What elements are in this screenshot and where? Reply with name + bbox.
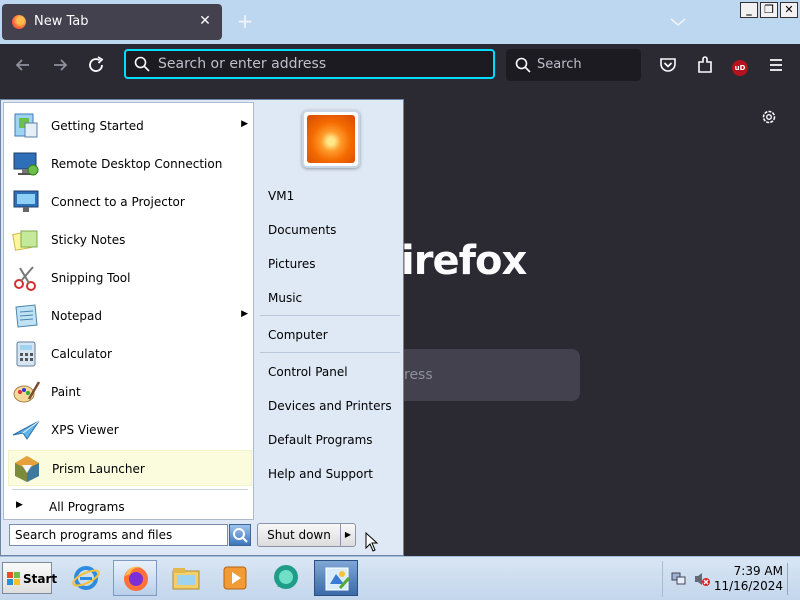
menu-separator <box>12 489 248 490</box>
restore-button[interactable]: ❐ <box>760 2 778 18</box>
taskbar-active-app[interactable] <box>314 560 358 596</box>
taskbar-internet-explorer[interactable] <box>64 560 108 596</box>
taskbar-chat-app[interactable] <box>264 560 308 596</box>
menu-separator <box>260 315 400 316</box>
program-connect-projector[interactable]: Connect to a Projector <box>8 184 252 220</box>
snipping-tool-icon <box>14 266 36 291</box>
navigation-toolbar: Search or enter address Search uD <box>0 44 800 86</box>
start-button[interactable]: Start <box>2 562 57 594</box>
link-pictures[interactable]: Pictures <box>268 257 316 271</box>
media-player-icon <box>223 566 247 590</box>
search-bar[interactable]: Search <box>506 49 641 81</box>
chat-app-icon <box>274 565 298 589</box>
back-icon[interactable] <box>12 54 34 76</box>
search-programs-input[interactable]: Search programs and files <box>9 524 228 546</box>
program-notepad[interactable]: Notepad ▶ <box>8 298 252 334</box>
link-documents[interactable]: Documents <box>268 223 336 237</box>
program-remote-desktop[interactable]: Remote Desktop Connection <box>8 146 252 182</box>
link-music[interactable]: Music <box>268 291 302 305</box>
taskbar-file-explorer[interactable] <box>164 560 208 596</box>
extensions-icon[interactable] <box>694 54 716 76</box>
shut-down-options-button[interactable]: ▶ <box>340 523 356 547</box>
program-snipping-tool[interactable]: Snipping Tool <box>8 260 252 296</box>
search-icon <box>134 56 150 72</box>
active-app-icon <box>325 567 351 591</box>
search-bar-placeholder: Search <box>537 57 582 72</box>
web-search-placeholder: ress <box>404 367 433 383</box>
program-prism-launcher[interactable]: Prism Launcher <box>8 450 252 486</box>
program-sticky-notes[interactable]: Sticky Notes <box>8 222 252 258</box>
close-window-button[interactable]: ✕ <box>780 2 798 18</box>
programs-pane: Getting Started ▶ Remote Desktop Connect… <box>3 102 254 520</box>
clock-date: 11/16/2024 <box>713 579 783 593</box>
menu-separator <box>260 352 400 353</box>
reload-icon[interactable] <box>85 54 107 76</box>
paint-icon <box>13 381 41 403</box>
xps-viewer-icon <box>12 420 40 440</box>
link-control-panel[interactable]: Control Panel <box>268 365 348 379</box>
places-pane: VM1 Documents Pictures Music Computer Co… <box>256 102 402 520</box>
gear-icon[interactable] <box>760 108 778 126</box>
link-help-support[interactable]: Help and Support <box>268 467 373 481</box>
link-computer[interactable]: Computer <box>268 328 328 342</box>
arrow-right-icon: ▶ <box>16 500 23 510</box>
firefox-icon <box>124 566 148 591</box>
search-icon <box>515 57 531 73</box>
close-tab-icon[interactable]: ✕ <box>196 12 214 30</box>
forward-icon[interactable] <box>49 54 71 76</box>
submenu-arrow-icon: ▶ <box>241 309 248 319</box>
search-button[interactable] <box>229 524 251 546</box>
chevron-down-icon[interactable] <box>668 14 688 30</box>
link-user-folder[interactable]: VM1 <box>268 189 294 203</box>
program-paint[interactable]: Paint <box>8 374 252 410</box>
shut-down-button[interactable]: Shut down <box>257 523 341 547</box>
new-tab-button[interactable]: + <box>234 10 256 32</box>
minimize-button[interactable]: _ <box>740 2 758 18</box>
user-picture-avatar[interactable] <box>302 110 360 168</box>
program-getting-started[interactable]: Getting Started ▶ <box>8 108 252 144</box>
calculator-icon <box>16 341 36 367</box>
url-bar[interactable]: Search or enter address <box>124 49 495 79</box>
pocket-icon[interactable] <box>657 54 679 76</box>
volume-muted-icon[interactable] <box>693 571 711 587</box>
tab-new-tab[interactable]: New Tab ✕ <box>2 4 222 40</box>
getting-started-icon <box>14 113 38 138</box>
show-desktop-button[interactable] <box>787 563 797 595</box>
notepad-icon <box>15 304 38 328</box>
flower-icon <box>307 115 355 163</box>
notification-area: 7:39 AM 11/16/2024 <box>662 561 798 597</box>
start-menu: Getting Started ▶ Remote Desktop Connect… <box>0 99 404 556</box>
sticky-notes-icon <box>12 230 38 251</box>
action-center-icon[interactable] <box>671 571 687 587</box>
mouse-cursor-icon <box>365 532 379 552</box>
url-bar-placeholder: Search or enter address <box>158 56 327 72</box>
taskbar: Start 7:39 AM 11/16/2024 <box>0 556 800 600</box>
taskbar-media-player[interactable] <box>213 560 257 596</box>
all-programs-item[interactable]: ▶ All Programs <box>8 495 252 517</box>
tab-title: New Tab <box>34 14 89 29</box>
projector-icon <box>13 190 39 212</box>
file-explorer-icon <box>172 568 200 590</box>
submenu-arrow-icon: ▶ <box>241 119 248 129</box>
firefox-wordmark: irefox <box>401 238 527 284</box>
web-search-field[interactable]: ress <box>404 349 580 401</box>
program-xps-viewer[interactable]: XPS Viewer <box>8 412 252 448</box>
taskbar-firefox[interactable] <box>113 560 157 596</box>
ublock-icon[interactable]: uD <box>729 54 751 76</box>
link-devices-printers[interactable]: Devices and Printers <box>268 399 392 413</box>
tab-strip: New Tab ✕ + _ ❐ ✕ <box>0 0 800 44</box>
remote-desktop-icon <box>13 152 39 176</box>
link-default-programs[interactable]: Default Programs <box>268 433 373 447</box>
menu-icon[interactable] <box>765 54 787 76</box>
prism-launcher-icon <box>15 456 39 482</box>
windows-logo-icon <box>7 572 20 585</box>
clock-time: 7:39 AM <box>733 564 783 578</box>
start-menu-footer: Search programs and files Shut down ▶ <box>3 520 403 554</box>
program-calculator[interactable]: Calculator <box>8 336 252 372</box>
search-icon <box>233 528 248 543</box>
internet-explorer-icon <box>72 566 100 590</box>
window-controls: _ ❐ ✕ <box>740 2 798 18</box>
system-clock[interactable]: 7:39 AM 11/16/2024 <box>713 564 783 594</box>
firefox-favicon-icon <box>12 15 26 29</box>
